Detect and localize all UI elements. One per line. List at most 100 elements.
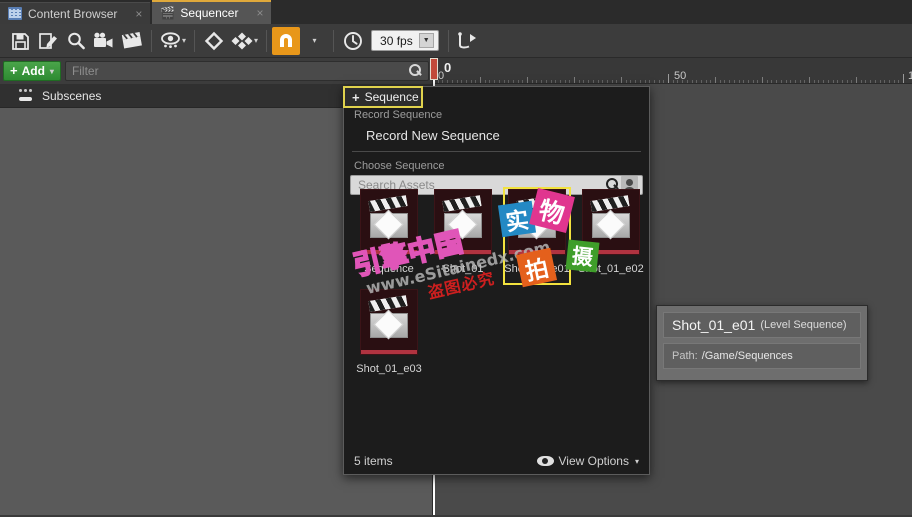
ruler-tick [809, 77, 810, 83]
ruler-tick [649, 80, 651, 83]
ruler-tick [696, 80, 698, 83]
edit-button[interactable] [34, 27, 62, 55]
chevron-down-icon[interactable]: ▾ [254, 36, 258, 45]
tab-sequencer[interactable]: 🎬 Sequencer × [152, 0, 272, 24]
chevron-down-icon[interactable]: ▾ [635, 457, 639, 466]
ruler-label: 100 [905, 70, 912, 82]
sequence-menu-button[interactable]: + Sequence [343, 86, 423, 108]
key-interpolation-button[interactable]: ▾ [228, 27, 261, 55]
search-button[interactable] [62, 27, 90, 55]
ruler-tick [766, 80, 768, 83]
snap-options-button[interactable]: ▾ [300, 27, 328, 55]
ruler-tick [635, 80, 637, 83]
ruler-tick [545, 80, 547, 83]
ruler-tick [508, 80, 510, 83]
tab-content-browser[interactable]: Content Browser × [0, 2, 151, 24]
ruler-tick [517, 80, 519, 83]
view-options-button[interactable]: View Options ▾ [536, 454, 639, 468]
save-icon [12, 32, 29, 50]
chevron-down-icon[interactable]: ▼ [418, 33, 434, 48]
ruler-tick [465, 80, 467, 83]
edit-pencil-icon [39, 32, 57, 49]
asset-grid[interactable]: SequenceShot_01Shot_01_e01Shot_01_e02Sho… [344, 183, 649, 435]
playhead-handle[interactable] [430, 58, 438, 80]
asset-item[interactable]: Shot_01_e03 [352, 289, 426, 389]
chevron-down-icon[interactable]: ▾ [182, 36, 186, 45]
sequence-menu-button-label: Sequence [364, 90, 419, 104]
playback-time-button[interactable] [339, 27, 367, 55]
asset-grid-footer: 5 items View Options ▾ [344, 448, 649, 474]
ruler-tick [602, 80, 604, 83]
ruler-tick [818, 80, 820, 83]
camera-cut-button[interactable] [90, 27, 118, 55]
take-recorder-button[interactable] [118, 27, 146, 55]
curve-editor-button[interactable] [454, 27, 482, 55]
ruler-tick [724, 80, 726, 83]
curve-editor-icon [457, 31, 476, 48]
asset-item[interactable]: Shot_01 [426, 189, 500, 289]
tab-sequencer-close-icon[interactable]: × [256, 6, 263, 20]
toolbar-divider [194, 29, 196, 52]
asset-item[interactable]: Shot_01_e02 [574, 189, 648, 289]
ruler-tick [884, 80, 886, 83]
tooltip-path-value: /Game/Sequences [701, 350, 793, 362]
timeline-ruler[interactable]: 0 50 100 [433, 58, 912, 84]
ruler-tick [498, 80, 500, 83]
clapperboard-icon [121, 31, 142, 48]
asset-thumbnail [434, 189, 492, 255]
save-button[interactable] [6, 27, 34, 55]
ruler-tick [865, 80, 867, 83]
ruler-tick [837, 80, 839, 83]
add-track-button[interactable]: + Add ▾ [3, 61, 61, 81]
ruler-tick [574, 77, 575, 83]
ruler-tick [475, 80, 477, 83]
tab-content-browser-close-icon[interactable]: × [135, 7, 142, 21]
keyframe-group-icon [231, 32, 253, 49]
content-browser-icon [8, 7, 22, 20]
choose-sequence-section-label: Choose Sequence [354, 160, 445, 172]
tooltip-asset-type: (Level Sequence) [760, 319, 847, 331]
asset-item[interactable]: Sequence [352, 189, 426, 289]
chevron-down-icon[interactable]: ▾ [50, 67, 54, 76]
sequencer-toolbar: ▾ ▾ ▾ 30 fps ▼ [0, 24, 912, 58]
toolbar-divider [266, 29, 268, 52]
filter-input[interactable] [71, 64, 408, 78]
ruler-tick [606, 80, 608, 83]
ruler-tick [630, 80, 632, 83]
ruler-tick [527, 77, 528, 83]
ruler-tick [663, 80, 665, 83]
ruler-tick [747, 80, 749, 83]
watermark-block-4: 摄 [565, 239, 600, 273]
ruler-tick [785, 80, 787, 83]
snap-toggle-button[interactable] [272, 26, 301, 55]
ruler-tick [794, 80, 796, 83]
ruler-tick [874, 80, 876, 83]
ruler-tick [879, 80, 881, 83]
menu-divider [352, 151, 641, 152]
ruler-tick [851, 80, 853, 83]
eye-icon [536, 456, 554, 466]
ruler-tick [705, 80, 707, 83]
record-new-sequence-item[interactable]: Record New Sequence [344, 123, 649, 147]
filter-field[interactable] [64, 61, 429, 81]
ruler-tick [757, 80, 759, 83]
add-track-label: Add [21, 64, 45, 78]
chevron-down-icon[interactable]: ▾ [313, 36, 317, 45]
ruler-label: 50 [674, 70, 687, 82]
ruler-tick [715, 77, 716, 83]
ruler-tick [559, 80, 561, 83]
ruler-tick [686, 80, 688, 83]
ruler-tick [653, 80, 655, 83]
ruler-tick [841, 80, 843, 83]
ruler-tick [776, 80, 778, 83]
add-key-button[interactable] [200, 27, 228, 55]
ruler-tick [541, 80, 543, 83]
ruler-tick [494, 80, 496, 83]
ruler-tick [898, 80, 900, 83]
ruler-tick [592, 80, 594, 83]
visibility-button[interactable]: ▾ [157, 27, 189, 55]
clapperboard-icon [442, 195, 485, 241]
asset-label: Shot_01_e03 [356, 363, 422, 375]
frame-rate-select[interactable]: 30 fps ▼ [371, 30, 439, 51]
clock-icon [344, 31, 362, 50]
